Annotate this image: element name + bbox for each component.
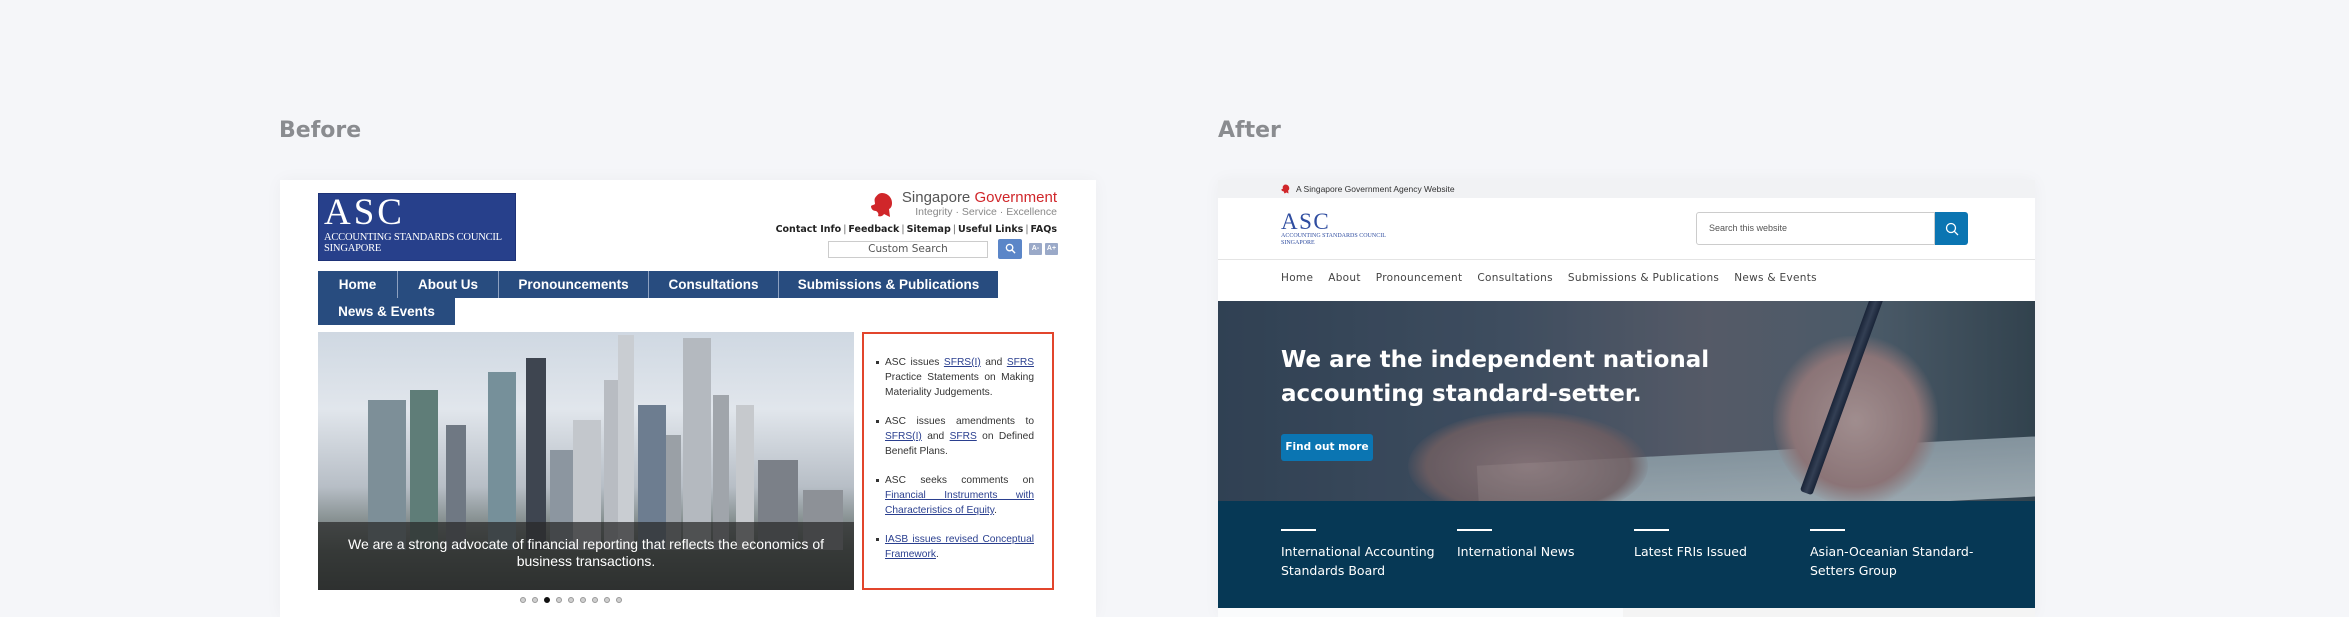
nav-pronouncements[interactable]: Pronouncements xyxy=(499,271,649,298)
nav-news-events[interactable]: News & Events xyxy=(1734,272,1817,284)
logo-subtitle: ACCOUNTING STANDARDS COUNCIL xyxy=(324,232,502,243)
gov-masthead: A Singapore Government Agency Website xyxy=(1218,180,2035,198)
news-item: ASC seeks comments on Financial Instrume… xyxy=(876,473,1034,518)
gov-tagline: Integrity · Service · Excellence xyxy=(915,206,1057,218)
slide-dot[interactable] xyxy=(580,597,586,603)
nav-home[interactable]: Home xyxy=(318,271,398,298)
slide-dot[interactable] xyxy=(592,597,598,603)
quick-link-international-news[interactable]: International News xyxy=(1457,529,1617,561)
nav-submissions-publications[interactable]: Submissions & Publications xyxy=(1568,272,1719,284)
nav-about-us[interactable]: About Us xyxy=(398,271,499,298)
singapore-government-logo[interactable]: Singapore Government Integrity · Service… xyxy=(870,189,1057,218)
news-link[interactable]: IASB issues revised Conceptual Framework xyxy=(885,534,1034,560)
after-screenshot: A Singapore Government Agency Website AS… xyxy=(1218,180,2035,617)
gov-name-red: Government xyxy=(974,189,1057,206)
quick-link-iasb[interactable]: International Accounting Standards Board xyxy=(1281,529,1451,580)
main-nav: Home About Pronouncement Consultations S… xyxy=(1281,272,1817,284)
header-divider xyxy=(1218,259,2035,260)
hero-headline: We are the independent national accounti… xyxy=(1281,347,1710,407)
before-screenshot: ASC ACCOUNTING STANDARDS COUNCIL SINGAPO… xyxy=(280,180,1096,617)
lion-head-icon xyxy=(870,193,892,217)
slide-dot-active[interactable] xyxy=(544,597,550,603)
before-label: Before xyxy=(279,118,362,143)
asc-logo[interactable]: ASC ACCOUNTING STANDARDS COUNCIL SINGAPO… xyxy=(1281,209,1386,247)
nav-consultations[interactable]: Consultations xyxy=(649,271,779,298)
link-faqs[interactable]: FAQs xyxy=(1031,224,1057,235)
logo-text: ASC xyxy=(324,192,405,233)
font-decrease-button[interactable]: A- xyxy=(1029,243,1042,255)
slide-dot[interactable] xyxy=(604,597,610,603)
search-input[interactable]: Search this website xyxy=(1696,212,1935,245)
nav-about[interactable]: About xyxy=(1328,272,1361,284)
asc-logo[interactable]: ASC ACCOUNTING STANDARDS COUNCIL SINGAPO… xyxy=(318,193,516,261)
news-panel: ASC issues SFRS(I) and SFRS Practice Sta… xyxy=(862,332,1054,590)
news-link[interactable]: SFRS(I) xyxy=(885,431,922,442)
slide-dot[interactable] xyxy=(616,597,622,603)
news-link[interactable]: SFRS xyxy=(950,431,977,442)
logo-text: ASC xyxy=(1281,209,1331,234)
link-feedback[interactable]: Feedback xyxy=(848,224,899,235)
hero-slideshow[interactable]: We are a strong advocate of financial re… xyxy=(318,332,854,590)
slide-pagination xyxy=(520,597,622,603)
quick-link-aossg[interactable]: Asian-Oceanian Standard-Setters Group xyxy=(1810,529,1980,580)
logo-subtitle: ACCOUNTING STANDARDS COUNCIL xyxy=(1281,233,1386,239)
search-icon xyxy=(1005,243,1016,254)
link-contact-info[interactable]: Contact Info xyxy=(776,224,842,235)
slide-dot[interactable] xyxy=(532,597,538,603)
news-item: ASC issues SFRS(I) and SFRS Practice Sta… xyxy=(876,355,1034,400)
find-out-more-button[interactable]: Find out more xyxy=(1281,434,1373,461)
search-button[interactable] xyxy=(998,239,1022,259)
news-link[interactable]: SFRS xyxy=(1007,357,1034,368)
slide-dot[interactable] xyxy=(520,597,526,603)
gov-name: Singapore xyxy=(901,189,975,206)
news-item: ASC issues amendments to SFRS(I) and SFR… xyxy=(876,414,1034,459)
hero-banner: We are the independent national accounti… xyxy=(1218,301,2035,501)
news-item: IASB issues revised Conceptual Framework… xyxy=(876,532,1034,562)
search-icon xyxy=(1945,222,1959,236)
news-link[interactable]: Financial Instruments with Characteristi… xyxy=(885,490,1034,516)
utility-links: Contact Info | Feedback | Sitemap | Useful Lin… xyxy=(775,224,1057,235)
search-button[interactable] xyxy=(1935,212,1968,245)
nav-home[interactable]: Home xyxy=(1281,272,1313,284)
hero-caption: We are a strong advocate of financial re… xyxy=(318,522,854,590)
quick-link-latest-fris[interactable]: Latest FRIs Issued xyxy=(1634,529,1794,561)
nav-pronouncement[interactable]: Pronouncement xyxy=(1376,272,1463,284)
slide-dot[interactable] xyxy=(556,597,562,603)
content-below xyxy=(1218,608,2035,617)
nav-submissions-publications[interactable]: Submissions & Publications xyxy=(779,271,998,298)
gov-masthead-text: A Singapore Government Agency Website xyxy=(1296,184,1455,194)
link-useful-links[interactable]: Useful Links xyxy=(958,224,1023,235)
nav-news-events[interactable]: News & Events xyxy=(318,298,455,325)
after-label: After xyxy=(1218,118,1281,143)
link-sitemap[interactable]: Sitemap xyxy=(907,224,951,235)
search-input[interactable]: Custom Search xyxy=(828,241,988,258)
slide-dot[interactable] xyxy=(568,597,574,603)
logo-subtitle-2: SINGAPORE xyxy=(1281,240,1315,246)
nav-consultations[interactable]: Consultations xyxy=(1477,272,1553,284)
font-increase-button[interactable]: A+ xyxy=(1045,243,1058,255)
lion-head-icon xyxy=(1281,184,1290,194)
quick-links-bar: International Accounting Standards Board… xyxy=(1218,501,2035,608)
news-link[interactable]: SFRS(I) xyxy=(944,357,981,368)
logo-subtitle-2: SINGAPORE xyxy=(324,243,382,254)
